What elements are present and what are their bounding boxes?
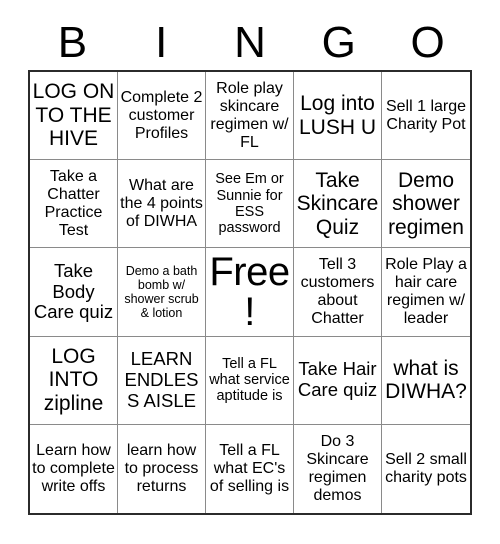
bingo-cell-label: Learn how to complete write offs [32,442,115,495]
bingo-cell[interactable]: what is DIWHA? [382,337,470,425]
bingo-cell[interactable]: See Em or Sunnie for ESS password [206,160,294,249]
bingo-cell[interactable]: Take Body Care quiz [30,248,118,337]
bingo-cell-label: LEARN ENDLESS AISLE [124,348,199,411]
bingo-cell-label: Demo shower regimen [388,168,464,239]
bingo-cell-label: Tell a FL what service aptitude is [209,355,290,405]
bingo-cell-label: Log into LUSH U [298,92,377,139]
bingo-cell-label: Role Play a hair care regimen w/ leader [385,256,467,327]
bingo-cell-label: Take Skincare Quiz [296,168,379,239]
bingo-cell-label: Sell 2 small charity pots [385,450,467,486]
bingo-header: B I N G O [28,16,472,70]
bingo-cell[interactable]: LOG INTO zipline [30,336,118,425]
bingo-cell-label: Tell 3 customers about Chatter [300,256,375,327]
bingo-cell-label: learn how to process returns [124,442,199,495]
bingo-cell-label: what is DIWHA? [385,356,467,404]
bingo-cell[interactable]: Take a Chatter Practice Test [30,160,118,249]
bingo-cell-label: What are the 4 points of DIWHA [120,176,203,230]
bingo-cell[interactable]: Take Hair Care quiz [294,336,382,425]
bingo-cell-label: LOG INTO zipline [43,344,104,415]
bingo-cell[interactable]: Tell a FL what EC's of selling is [206,424,294,513]
bingo-cell[interactable]: Sell 1 large Charity Pot [382,72,470,161]
bingo-cell-label: Role play skincare regimen w/ FL [210,79,289,151]
bingo-cell-label: Demo a bath bomb w/ shower scrub & lotio… [124,263,199,320]
bingo-cell[interactable]: Take Skincare Quiz [294,160,382,249]
bingo-cell-label: See Em or Sunnie for ESS password [215,171,284,237]
bingo-cell[interactable]: Role Play a hair care regimen w/ leader [382,248,470,337]
bingo-cell-label: Sell 1 large Charity Pot [385,97,467,133]
bingo-cell[interactable]: LEARN ENDLESS AISLE [118,336,206,425]
bingo-header-letter-o: O [410,18,445,67]
bingo-cell[interactable]: Tell a FL what service aptitude is [206,336,294,425]
bingo-cell[interactable]: What are the 4 points of DIWHA [118,160,206,249]
bingo-cell-label: Take Hair Care quiz [297,358,378,401]
bingo-cell-label: Take a Chatter Practice Test [44,167,103,239]
bingo-cell-label: Free! [209,249,290,334]
bingo-cell-label: Take Body Care quiz [33,259,114,323]
bingo-cell[interactable]: Log into LUSH U [294,72,382,161]
bingo-cell[interactable]: Learn how to complete write offs [30,424,118,513]
bingo-grid: LOG ON TO THE HIVE Complete 2 customer Pr… [28,70,472,515]
bingo-header-letter-b: B [57,18,88,67]
bingo-cell[interactable]: Complete 2 customer Profiles [118,72,206,161]
bingo-cell-label: Tell a FL what EC's of selling is [209,442,290,495]
bingo-cell-label: LOG ON TO THE HIVE [32,80,115,151]
bingo-header-letter-i: I [155,18,168,67]
bingo-header-letter-n: N [234,18,266,67]
bingo-free-space-cell[interactable]: Free! [206,248,294,337]
bingo-cell[interactable]: Role play skincare regimen w/ FL [206,72,294,161]
bingo-cell-label: Do 3 Skincare regimen demos [306,433,369,504]
bingo-cell-label: Complete 2 customer Profiles [120,88,203,142]
bingo-cell[interactable]: Demo a bath bomb w/ shower scrub & lotio… [118,248,206,337]
bingo-header-letter-g: G [321,18,356,67]
bingo-cell[interactable]: Do 3 Skincare regimen demos [294,424,382,513]
bingo-cell[interactable]: Tell 3 customers about Chatter [294,248,382,337]
bingo-cell[interactable]: Sell 2 small charity pots [382,425,470,513]
bingo-cell[interactable]: Demo shower regimen [382,160,470,249]
bingo-card: B I N G O LOG ON TO THE HIVE Complete 2 c… [0,0,500,544]
bingo-cell[interactable]: LOG ON TO THE HIVE [30,72,118,161]
bingo-cell[interactable]: learn how to process returns [118,424,206,513]
